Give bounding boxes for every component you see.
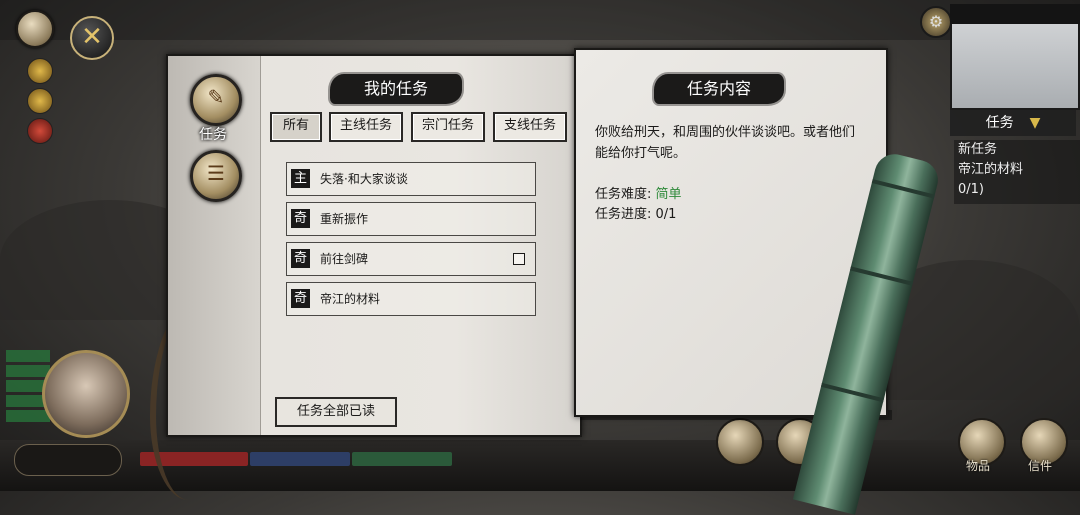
task-progress: 任务进度: 0/1	[595, 203, 676, 222]
notes-tab[interactable]: ☰	[190, 150, 242, 202]
scroll-menu-button[interactable]	[16, 10, 54, 48]
letters-label: 信件	[1028, 459, 1053, 473]
close-button[interactable]: ✕	[70, 16, 114, 60]
filter-sect-button[interactable]: 宗门任务	[411, 112, 485, 142]
progress-label: 任务进度:	[595, 207, 652, 222]
hud-icon-2[interactable]	[27, 88, 53, 114]
task-tracker[interactable]: 新任务 帝江的材料 0/1)	[954, 140, 1080, 204]
filter-side-button[interactable]: 支线任务	[493, 112, 567, 142]
mp-bar	[250, 452, 350, 466]
settings-gear-icon[interactable]: ⚙	[920, 6, 952, 38]
task-description: 你败给刑天，和周围的伙伴谈谈吧。或者他们能给你打气呢。	[595, 125, 856, 161]
character-portrait[interactable]	[42, 350, 130, 438]
task-name: 重新振作	[320, 212, 369, 226]
task-type-badge: 奇	[291, 289, 310, 308]
task-tracker-line: 0/1)	[958, 182, 984, 197]
task-type-badge: 奇	[291, 209, 310, 228]
hud-icon-3[interactable]	[27, 118, 53, 144]
mark-all-read-button[interactable]: 任务全部已读	[275, 397, 397, 427]
exp-bar	[352, 452, 452, 466]
scroll-icon: ✎	[207, 85, 225, 109]
dropdown-arrow-icon: ▼	[1029, 115, 1041, 131]
task-name: 失落·和大家谈谈	[320, 172, 408, 186]
bamboo-ring	[850, 266, 914, 286]
bamboo-ring	[871, 179, 935, 199]
task-tab[interactable]: 任务 ▼	[950, 110, 1076, 136]
task-list-title: 我的任务	[330, 74, 462, 104]
bottom-left-button[interactable]	[14, 444, 122, 476]
task-name: 帝江的材料	[320, 292, 381, 306]
task-type-badge: 奇	[291, 249, 310, 268]
difficulty-label: 任务难度:	[595, 187, 652, 202]
task-row[interactable]: 主 失落·和大家谈谈	[286, 162, 536, 196]
bottom-menu-button[interactable]	[716, 418, 764, 466]
task-type-badge: 主	[291, 169, 310, 188]
minimap-header	[950, 4, 1080, 24]
filter-all-button[interactable]: 所有	[270, 112, 322, 142]
bamboo-ring	[820, 382, 885, 403]
task-tab-label: 任务	[199, 127, 227, 143]
task-checkbox[interactable]	[513, 253, 525, 265]
items-label: 物品	[966, 459, 991, 473]
task-row[interactable]: 奇 重新振作	[286, 202, 536, 236]
background-sky	[0, 0, 1080, 40]
filter-main-button[interactable]: 主线任务	[329, 112, 403, 142]
task-difficulty: 任务难度: 简单	[595, 183, 682, 202]
task-tracker-line: 新任务	[958, 142, 998, 157]
task-row[interactable]: 奇 前往剑碑	[286, 242, 536, 276]
hud-icon-1[interactable]	[27, 58, 53, 84]
paper-icon: ☰	[207, 161, 225, 185]
task-row[interactable]: 奇 帝江的材料	[286, 282, 536, 316]
difficulty-value: 简单	[655, 187, 682, 202]
task-tracker-line: 帝江的材料	[958, 162, 1024, 177]
task-scroll-tab[interactable]: ✎	[190, 74, 242, 126]
task-detail-title: 任务内容	[654, 74, 784, 104]
progress-value: 0/1	[655, 207, 677, 222]
task-name: 前往剑碑	[320, 252, 369, 266]
